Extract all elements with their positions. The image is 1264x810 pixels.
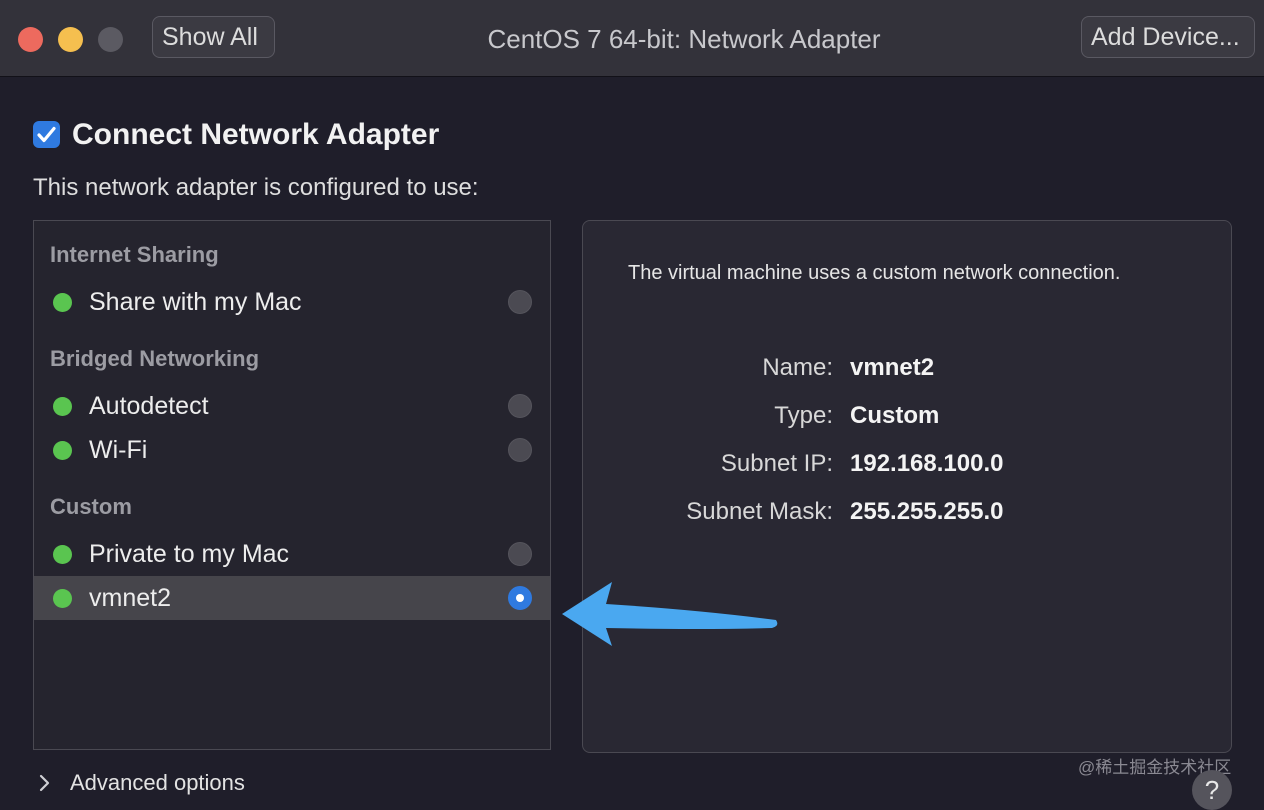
list-item-vmnet2[interactable]: vmnet2 bbox=[34, 576, 550, 620]
status-dot-icon bbox=[53, 545, 72, 564]
subnet-mask-value: 255.255.255.0 bbox=[850, 498, 1004, 525]
wi-fi-radio[interactable] bbox=[508, 438, 532, 462]
checkmark-icon bbox=[37, 126, 56, 143]
add-device-button[interactable]: Add Device... bbox=[1081, 16, 1255, 58]
list-item-share-with-my-mac[interactable]: Share with my Mac bbox=[34, 280, 550, 324]
list-item-label: Private to my Mac bbox=[89, 540, 290, 568]
group-header-internet-sharing: Internet Sharing bbox=[50, 242, 219, 267]
vmnet2-radio[interactable] bbox=[508, 586, 532, 610]
subnet-ip-key: Subnet IP: bbox=[720, 450, 833, 477]
close-window-button[interactable] bbox=[18, 27, 43, 52]
network-type-list: Internet Sharing Share with my Mac Bridg… bbox=[33, 220, 551, 750]
arrow-left-icon bbox=[562, 582, 778, 646]
zoom-window-button[interactable] bbox=[98, 27, 123, 52]
list-item-autodetect[interactable]: Autodetect bbox=[34, 384, 550, 428]
group-header-bridged-networking: Bridged Networking bbox=[50, 346, 260, 371]
private-to-my-mac-radio[interactable] bbox=[508, 542, 532, 566]
title-bar: Show All CentOS 7 64-bit: Network Adapte… bbox=[0, 0, 1264, 77]
minimize-window-button[interactable] bbox=[58, 27, 83, 52]
list-item-label: vmnet2 bbox=[89, 584, 171, 612]
help-button[interactable]: ? bbox=[1192, 770, 1232, 810]
type-key: Type: bbox=[774, 402, 833, 429]
status-dot-icon bbox=[53, 397, 72, 416]
connect-network-adapter-checkbox[interactable] bbox=[33, 121, 60, 148]
group-header-custom: Custom bbox=[50, 494, 132, 519]
connection-description: The virtual machine uses a custom networ… bbox=[628, 262, 1121, 284]
status-dot-icon bbox=[53, 589, 72, 608]
type-value: Custom bbox=[850, 402, 940, 429]
list-item-wi-fi[interactable]: Wi-Fi bbox=[34, 428, 550, 472]
list-item-label: Autodetect bbox=[89, 392, 209, 420]
share-with-my-mac-radio[interactable] bbox=[508, 290, 532, 314]
status-dot-icon bbox=[53, 441, 72, 460]
configured-to-use-label: This network adapter is configured to us… bbox=[33, 174, 479, 201]
status-dot-icon bbox=[53, 293, 72, 312]
chevron-right-icon[interactable] bbox=[38, 773, 52, 793]
autodetect-radio[interactable] bbox=[508, 394, 532, 418]
list-item-label: Share with my Mac bbox=[89, 288, 302, 316]
subnet-mask-key: Subnet Mask: bbox=[686, 498, 833, 525]
connect-network-adapter-label[interactable]: Connect Network Adapter bbox=[72, 117, 439, 153]
window-title: CentOS 7 64-bit: Network Adapter bbox=[487, 24, 881, 54]
show-all-button[interactable]: Show All bbox=[152, 16, 275, 58]
network-details-panel: The virtual machine uses a custom networ… bbox=[582, 220, 1232, 753]
name-key: Name: bbox=[762, 354, 833, 381]
list-item-private-to-my-mac[interactable]: Private to my Mac bbox=[34, 532, 550, 576]
list-item-label: Wi-Fi bbox=[89, 436, 148, 464]
subnet-ip-value: 192.168.100.0 bbox=[850, 450, 1004, 477]
advanced-options-toggle[interactable]: Advanced options bbox=[70, 769, 245, 797]
name-value: vmnet2 bbox=[850, 354, 935, 381]
